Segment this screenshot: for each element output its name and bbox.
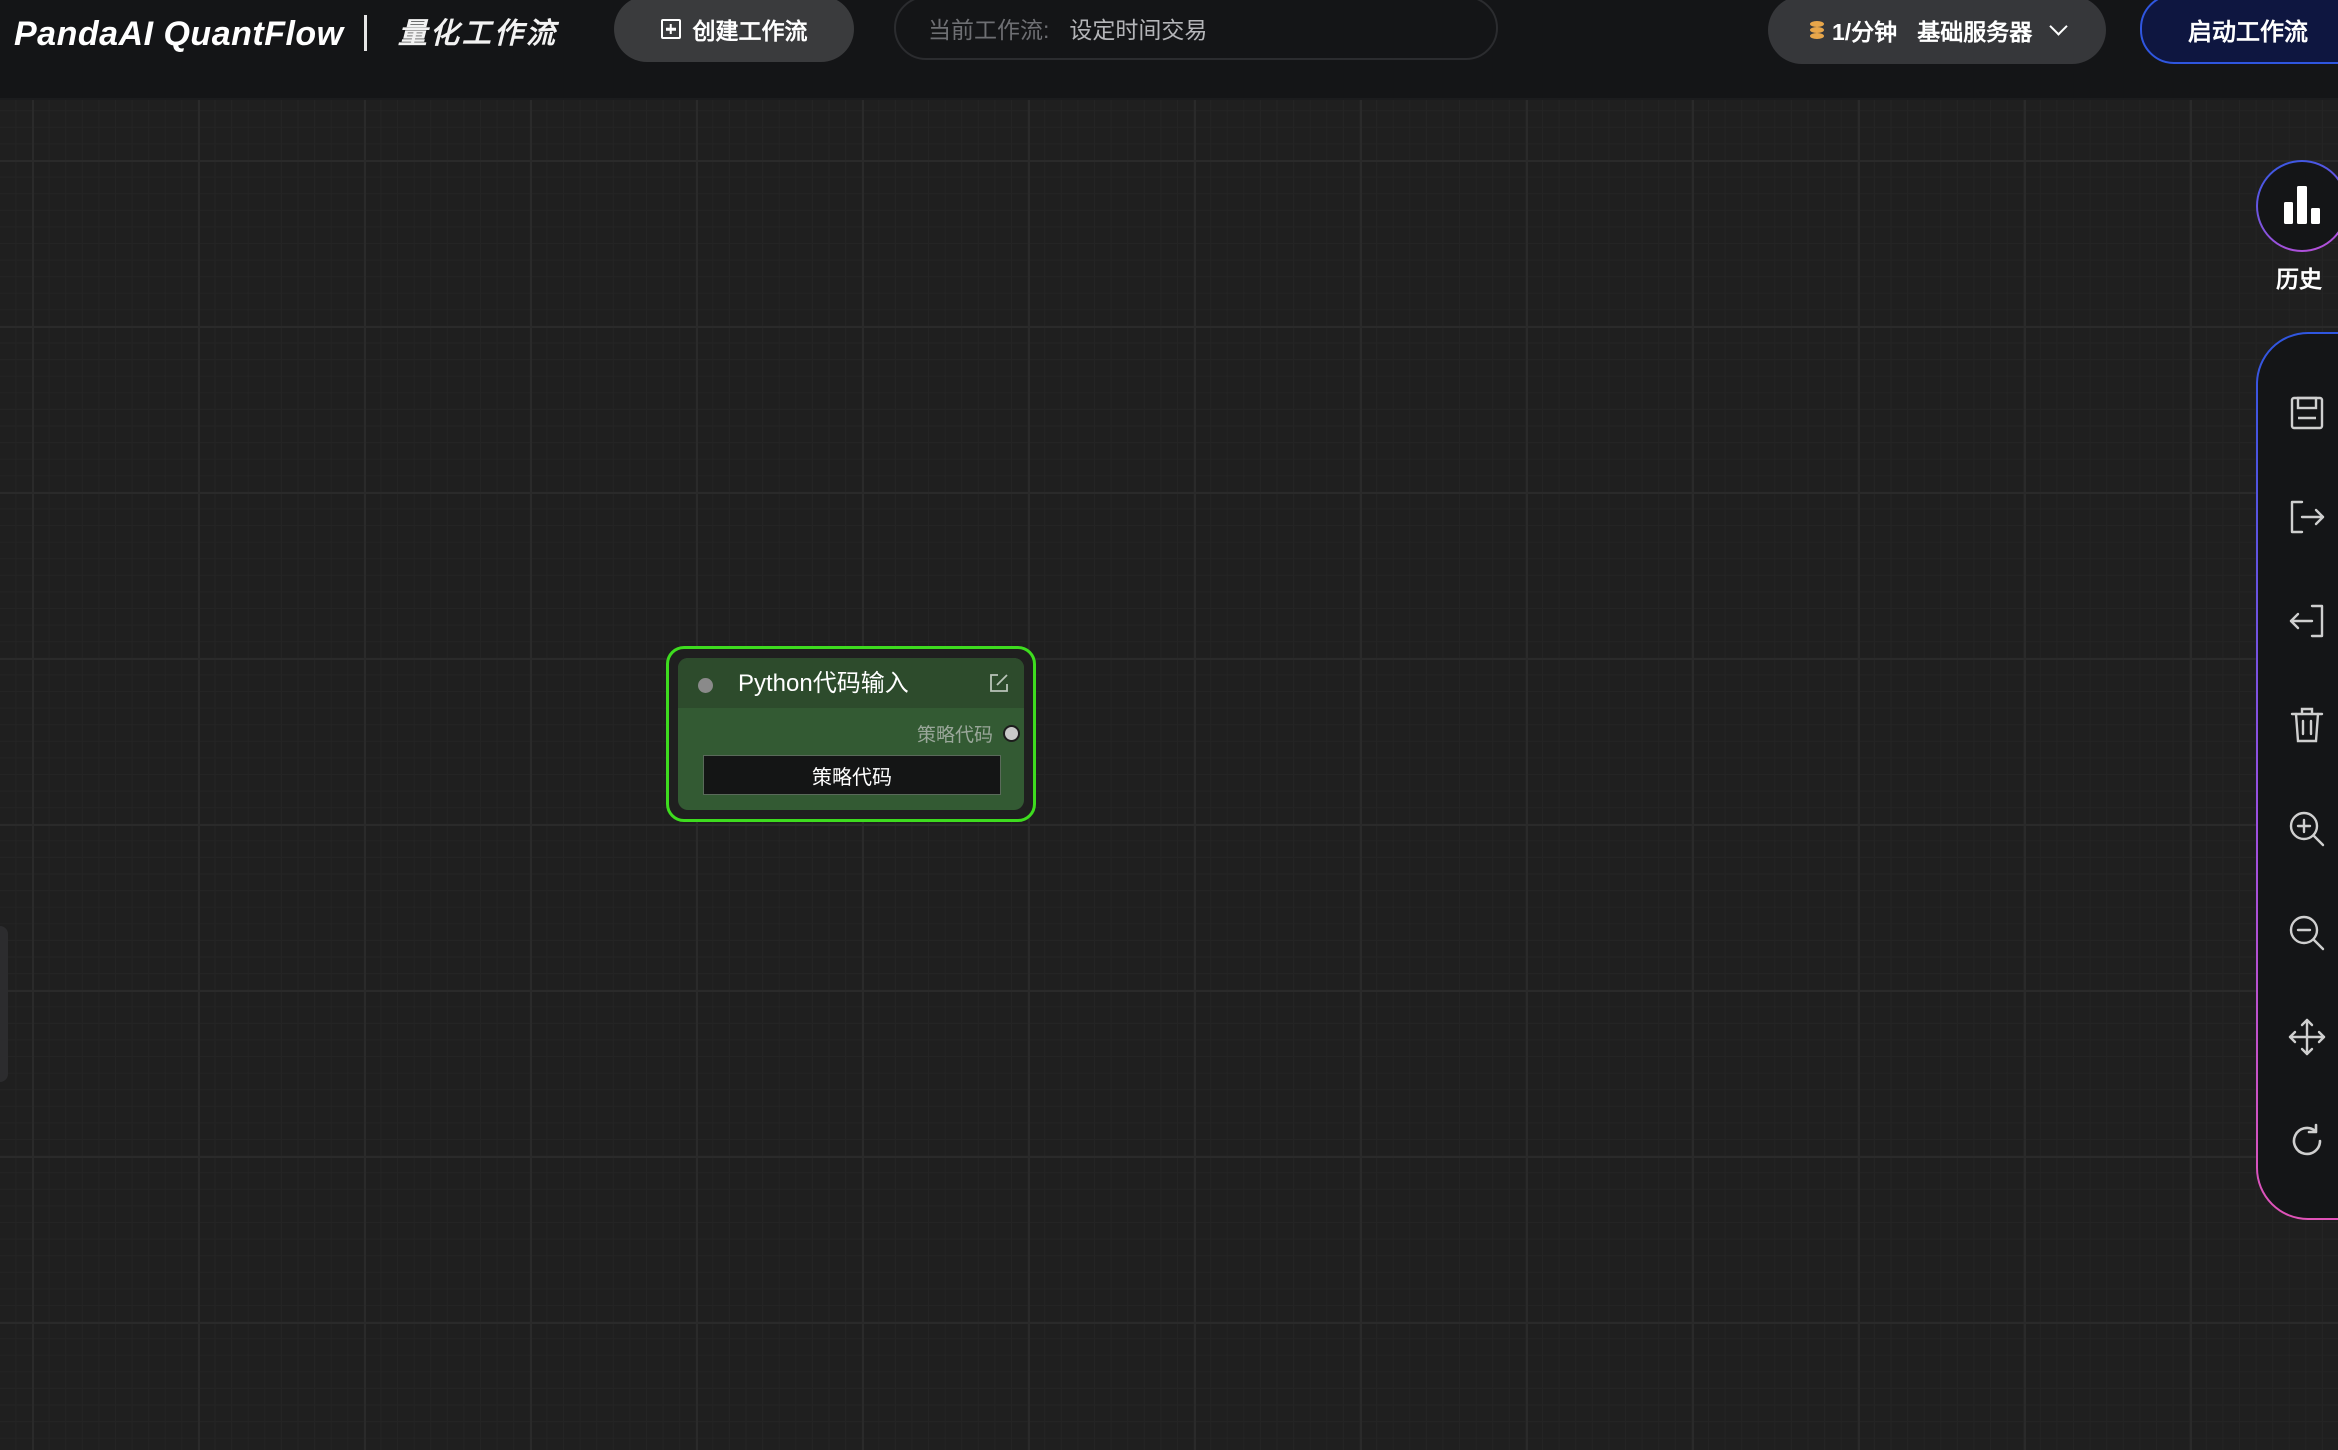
edit-icon[interactable]: [988, 672, 1010, 694]
chevron-down-icon: [2049, 16, 2068, 36]
output-port-handle[interactable]: [1003, 724, 1020, 742]
python-code-input-node[interactable]: Python代码输入 策略代码 策略代码: [666, 646, 1036, 822]
output-port-label: 策略代码: [916, 724, 993, 746]
delete-button[interactable]: [2286, 704, 2328, 746]
bar-chart-icon: [2284, 186, 2320, 224]
fit-view-icon: [2288, 1018, 2326, 1056]
refresh-button[interactable]: [2286, 1120, 2328, 1162]
create-workflow-button[interactable]: 创建工作流: [614, 0, 854, 62]
current-workflow-name: 设定时间交易: [1069, 17, 1208, 43]
current-workflow-key: 当前工作流:: [928, 17, 1050, 43]
trash-icon: [2290, 707, 2324, 743]
strategy-code-field[interactable]: 策略代码: [703, 755, 1001, 795]
save-button[interactable]: [2286, 392, 2328, 434]
coin-stack-icon: [1810, 21, 1824, 39]
create-workflow-label: 创建工作流: [692, 18, 808, 44]
node-status-dot: [698, 678, 713, 693]
node-title: Python代码输入: [738, 670, 909, 697]
brand-logo[interactable]: PandaAI QuantFlow: [14, 12, 344, 56]
zoom-out-icon: [2289, 915, 2325, 951]
server-rate: 1/分钟: [1832, 19, 1898, 45]
fit-view-button[interactable]: [2286, 1016, 2328, 1058]
output-port-row: 策略代码: [917, 720, 1024, 746]
workflow-canvas[interactable]: [0, 100, 2338, 1450]
node-body: Python代码输入 策略代码 策略代码: [678, 658, 1024, 810]
brand-subtitle: 量化工作流: [398, 18, 559, 50]
zoom-in-button[interactable]: [2286, 808, 2328, 850]
import-icon: [2289, 604, 2324, 638]
export-icon: [2290, 500, 2325, 534]
zoom-out-button[interactable]: [2286, 912, 2328, 954]
start-workflow-button[interactable]: 启动工作流: [2140, 0, 2338, 64]
server-select[interactable]: 1/分钟 基础服务器: [1768, 0, 2106, 64]
app-root: PandaAI QuantFlow 量化工作流 创建工作流 当前工作流: 设定时…: [0, 0, 2338, 1450]
export-button[interactable]: [2286, 496, 2328, 538]
canvas-toolbar: [2256, 332, 2338, 1220]
add-box-icon: [660, 19, 681, 39]
refresh-icon: [2292, 1123, 2322, 1156]
zoom-in-icon: [2289, 811, 2325, 847]
save-icon: [2290, 396, 2324, 430]
history-label: 历史: [2276, 266, 2322, 292]
brand-divider: [364, 15, 367, 51]
current-workflow-field[interactable]: 当前工作流: 设定时间交易: [894, 0, 1498, 60]
server-name: 基础服务器: [1917, 19, 2033, 45]
import-button[interactable]: [2286, 600, 2328, 642]
left-panel-handle[interactable]: [0, 926, 8, 1082]
top-header: PandaAI QuantFlow 量化工作流 创建工作流 当前工作流: 设定时…: [0, 0, 2338, 100]
node-header[interactable]: Python代码输入: [678, 658, 1024, 708]
history-button[interactable]: [2256, 160, 2338, 252]
